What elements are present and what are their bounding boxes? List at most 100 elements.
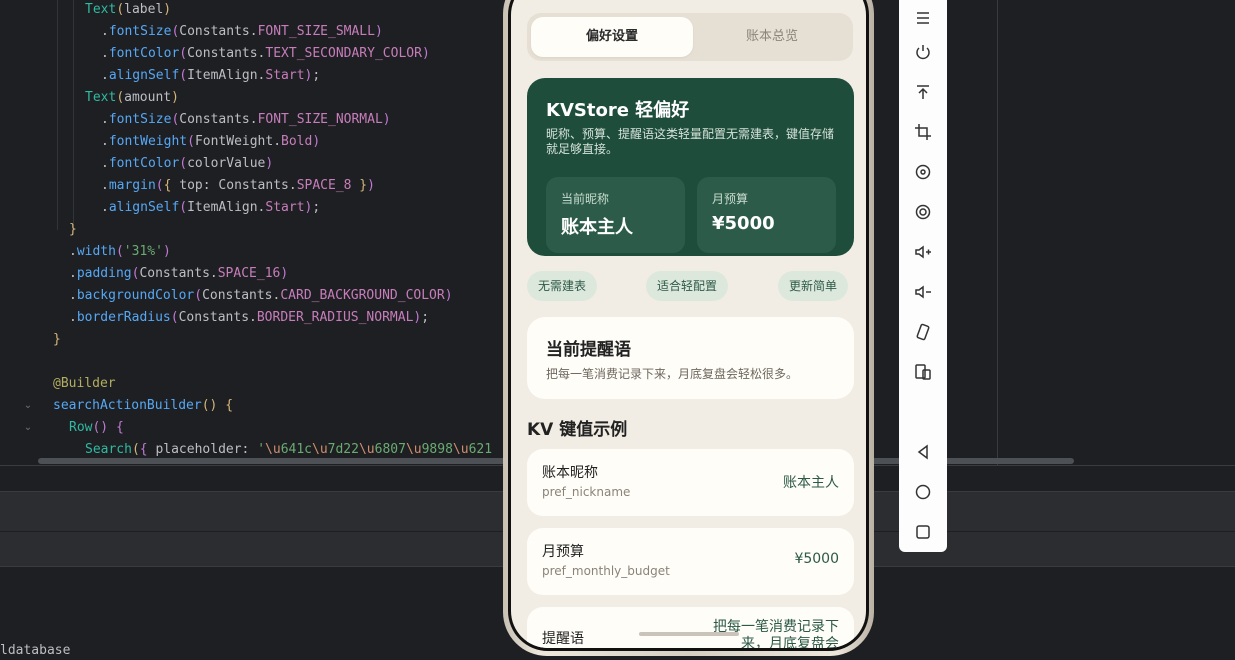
code-token: )	[162, 244, 171, 259]
code-token: alignSelf	[108, 200, 180, 215]
rotate-icon[interactable]	[911, 160, 935, 184]
code-token: )	[280, 266, 289, 281]
power-icon[interactable]	[911, 40, 935, 64]
rotate-device-icon[interactable]	[911, 320, 935, 344]
volume-up-icon[interactable]	[911, 240, 935, 264]
crop-icon[interactable]	[911, 120, 935, 144]
recents-icon[interactable]	[911, 520, 935, 544]
code-token: ()	[92, 420, 109, 435]
chip-no-table: 无需建表	[527, 271, 598, 301]
code-token: }	[53, 332, 61, 347]
code-line: .fontSize(Constants.FONT_SIZE_SMALL)	[101, 21, 383, 43]
code-token: }	[69, 222, 77, 237]
code-token: ItemAlign.	[187, 200, 266, 215]
code-token: '	[257, 442, 266, 457]
code-token: Constants.	[139, 266, 218, 281]
kv-row[interactable]: 月预算 pref_monthly_budget ¥5000	[527, 528, 854, 595]
fold-marker-icon[interactable]: ⌄	[22, 417, 34, 439]
code-token: SPACE_16	[217, 266, 281, 281]
indent-guide	[57, 0, 58, 230]
code-token: .	[69, 310, 77, 325]
code-token: {	[139, 442, 156, 457]
code-token: Constants.	[202, 288, 281, 303]
code-token: (	[187, 134, 195, 149]
back-icon[interactable]	[911, 440, 935, 464]
code-token: FontWeight.	[194, 134, 282, 149]
kv-section-title: KV 键值示例	[527, 420, 628, 440]
code-token: (	[115, 244, 124, 259]
code-line: Text(label)	[85, 0, 171, 21]
indent-guide	[73, 0, 74, 230]
code-line: @Builder	[53, 373, 116, 395]
code-token: .	[101, 24, 109, 39]
code-line: .fontColor(Constants.TEXT_SECONDARY_COLO…	[101, 43, 430, 65]
code-line: .width('31%')	[69, 241, 171, 263]
code-token: .	[101, 112, 109, 127]
reminder-text: 把每一笔消费记录下来，月底复盘会轻松很多。	[546, 367, 799, 381]
code-token: 6807	[374, 442, 406, 457]
code-token: .	[101, 46, 109, 61]
code-token: ;	[312, 200, 321, 215]
code-token: \u	[312, 442, 328, 457]
budget-stat: 月预算 ¥5000	[697, 177, 836, 253]
code-token: (	[179, 68, 188, 83]
code-token: )	[374, 24, 383, 39]
code-token: 621	[468, 442, 493, 457]
volume-down-icon[interactable]	[911, 280, 935, 304]
code-line: .fontWeight(FontWeight.Bold)	[101, 131, 320, 153]
tab-ledger-overview[interactable]: 账本总览	[691, 17, 853, 57]
code-token: }	[351, 178, 368, 193]
code-token: fontSize	[108, 24, 172, 39]
home-indicator[interactable]	[639, 632, 739, 636]
code-token: )	[265, 156, 274, 171]
multi-device-icon[interactable]	[911, 360, 935, 384]
code-token: amount	[124, 90, 172, 105]
code-line: .backgroundColor(Constants.CARD_BACKGROU…	[69, 285, 453, 307]
top-icon[interactable]	[911, 80, 935, 104]
kv-row-key: pref_nickname	[542, 485, 631, 499]
code-token: fontSize	[108, 112, 172, 127]
fold-marker-icon[interactable]: ⌄	[22, 395, 34, 417]
code-token: (	[116, 2, 125, 17]
kv-row[interactable]: 提醒语 把每一笔消费记录下来，月底复盘会	[527, 607, 854, 648]
code-token: Start	[265, 68, 305, 83]
code-token: (	[116, 90, 125, 105]
code-token: label	[124, 2, 164, 17]
code-token: )	[312, 134, 321, 149]
code-token: (	[179, 200, 188, 215]
code-token: TEXT_SECONDARY_COLOR	[265, 46, 422, 61]
code-token: {	[163, 178, 180, 193]
code-token: ;	[312, 68, 321, 83]
code-token: Constants.	[179, 112, 258, 127]
code-token: Bold	[281, 134, 313, 149]
code-token: fontWeight	[108, 134, 188, 149]
budget-label: 月预算	[712, 192, 749, 206]
code-token: CARD_BACKGROUND_COLOR	[280, 288, 445, 303]
code-token: margin	[108, 178, 156, 193]
phone-screen[interactable]: 偏好设置 账本总览 KVStore 轻偏好 昵称、预算、提醒语这类轻量配置无需建…	[511, 0, 866, 648]
code-token: FONT_SIZE_SMALL	[257, 24, 375, 39]
code-token: top: Constants.	[179, 178, 297, 193]
code-token: .	[69, 288, 77, 303]
code-token: fontColor	[108, 156, 180, 171]
code-token: .	[101, 156, 109, 171]
code-token: (	[155, 178, 164, 193]
code-token: alignSelf	[108, 68, 180, 83]
code-token: )	[171, 90, 179, 105]
kv-row-name: 月预算	[542, 544, 584, 560]
home-icon[interactable]	[911, 480, 935, 504]
menu-icon[interactable]	[911, 6, 935, 30]
chip-easy-update: 更新简单	[778, 271, 849, 301]
tab-preferences[interactable]: 偏好设置	[531, 17, 693, 57]
screenshot-icon[interactable]	[911, 200, 935, 224]
kv-row-key: pref_monthly_budget	[542, 564, 670, 578]
code-token: \u	[405, 442, 422, 457]
code-line: }	[69, 219, 77, 241]
code-token: .	[69, 266, 77, 281]
code-line: .borderRadius(Constants.BORDER_RADIUS_NO…	[69, 307, 429, 329]
kv-row[interactable]: 账本昵称 pref_nickname 账本主人	[527, 449, 854, 516]
reminder-title: 当前提醒语	[546, 340, 631, 360]
chip-light-config: 适合轻配置	[646, 271, 729, 301]
code-token: colorValue	[187, 156, 266, 171]
